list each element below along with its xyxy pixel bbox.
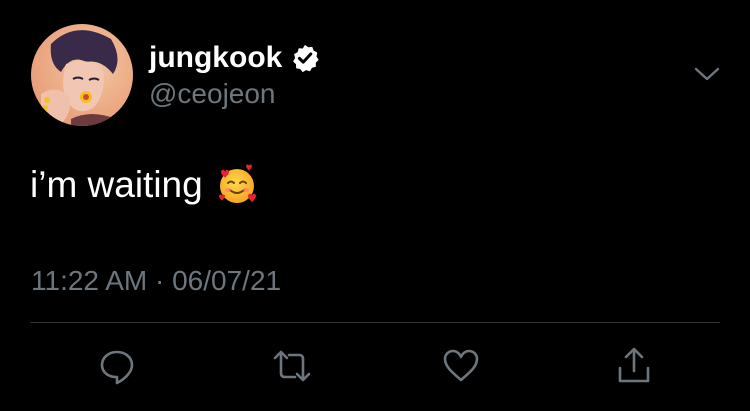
- like-button[interactable]: [441, 346, 481, 386]
- divider: [30, 322, 720, 323]
- heart-icon: [443, 349, 479, 382]
- share-button[interactable]: [614, 346, 654, 386]
- tweet-timestamp[interactable]: 11:22 AM · 06/07/21: [31, 264, 281, 298]
- reply-button[interactable]: [97, 346, 137, 386]
- avatar[interactable]: [31, 24, 133, 126]
- tweet-text: i’m waiting: [30, 164, 203, 205]
- display-name[interactable]: jungkook: [149, 41, 282, 75]
- avatar-image: [31, 24, 133, 126]
- user-handle[interactable]: @ceojeon: [149, 78, 276, 110]
- speech-bubble-icon: [100, 350, 134, 385]
- chevron-down-icon[interactable]: [693, 64, 721, 84]
- user-name-row: jungkook: [149, 41, 320, 75]
- smiling-face-with-hearts-icon: [215, 163, 259, 207]
- tweet-body: i’m waiting: [30, 162, 259, 208]
- tweet-card: jungkook @ceojeon i’m waiting 11:22 AM ·…: [0, 0, 750, 411]
- retweet-icon: [273, 350, 311, 382]
- verified-badge-icon: [293, 44, 319, 73]
- share-icon: [618, 347, 650, 383]
- retweet-button[interactable]: [272, 346, 312, 386]
